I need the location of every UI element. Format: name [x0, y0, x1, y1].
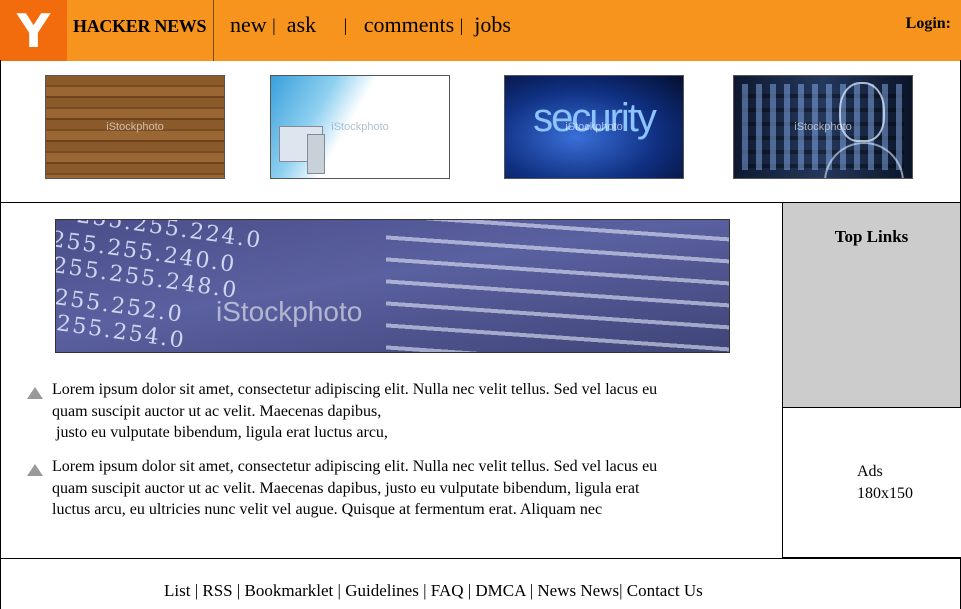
- footer-link-dmca[interactable]: DMCA: [475, 581, 525, 600]
- footer-separator: |: [194, 581, 199, 600]
- footer-separator: |: [467, 581, 472, 600]
- nav-comments[interactable]: comments: [364, 12, 454, 37]
- story-line: quam suscipit auctor ut ac velit. Maecen…: [52, 402, 382, 420]
- wireframe-head: [839, 82, 885, 142]
- story-item: Lorem ipsum dolor sit amet, consectetur …: [27, 456, 727, 521]
- nav-separator: |: [459, 15, 464, 35]
- footer-separator: |: [619, 581, 623, 600]
- footer-links: List | RSS | Bookmarklet | Guidelines | …: [164, 581, 703, 601]
- digital-human-image[interactable]: iStockphoto: [733, 75, 913, 179]
- ads-label: Ads 180x150: [857, 461, 913, 505]
- login-link[interactable]: Login:: [906, 15, 951, 33]
- watermark: iStockphoto: [106, 121, 164, 133]
- top-links-title: Top Links: [834, 227, 909, 246]
- nav-new[interactable]: new: [230, 12, 267, 37]
- story-line: Lorem ipsum dolor sit amet, consectetur …: [52, 458, 658, 475]
- watermark: iStockphoto: [216, 296, 363, 327]
- ads-line: Ads: [857, 463, 883, 480]
- footer-separator: |: [337, 581, 341, 600]
- logo-letter: Y: [16, 3, 51, 58]
- nav-separator: |: [343, 15, 348, 35]
- top-links-panel: Top Links: [783, 203, 961, 408]
- nav-divider: [213, 0, 214, 61]
- main-nav: new | ask | comments | jobs: [230, 12, 511, 38]
- tower-shape: [307, 134, 325, 174]
- ads-size: 180x150: [857, 485, 913, 502]
- computer-image[interactable]: iStockphoto: [270, 75, 450, 179]
- footer-separator: |: [236, 581, 241, 600]
- footer-link-guidelines[interactable]: Guidelines: [345, 581, 419, 600]
- footer-link-news-news[interactable]: News News: [537, 581, 619, 600]
- story-line: justo eu vulputate bibendum, ligula erat…: [52, 424, 388, 441]
- thumbnail-strip: iStockphoto iStockphoto security iStockp…: [0, 60, 961, 203]
- binary-pattern: [386, 220, 729, 352]
- banner-image[interactable]: 255.255.224.0 255.255.240.0 255.255.248.…: [55, 219, 730, 353]
- footer-link-rss[interactable]: RSS: [202, 581, 232, 600]
- story-line: luctus arcu, eu ultricies nunc velit vel…: [52, 501, 603, 518]
- footer-link-bookmarklet[interactable]: Bookmarklet: [245, 581, 334, 600]
- top-bar: Y HACKER NEWS new | ask | comments | job…: [0, 0, 961, 61]
- watermark: iStockphoto: [794, 121, 852, 133]
- main-content: 255.255.224.0 255.255.240.0 255.255.248.…: [0, 203, 783, 559]
- security-word: security: [533, 96, 657, 140]
- story-line: Lorem ipsum dolor sit amet, consectetur …: [52, 381, 658, 398]
- footer-link-faq[interactable]: FAQ: [431, 581, 464, 600]
- footer-separator: |: [529, 581, 534, 600]
- upvote-arrow-icon[interactable]: [27, 387, 43, 399]
- story-item: Lorem ipsum dolor sit amet, consectetur …: [27, 379, 727, 444]
- story-text[interactable]: Lorem ipsum dolor sit amet, consectetur …: [52, 379, 727, 444]
- wood-texture-image[interactable]: iStockphoto: [45, 75, 225, 179]
- upvote-arrow-icon[interactable]: [27, 464, 43, 476]
- security-image[interactable]: security iStockphoto: [504, 75, 684, 179]
- watermark: iStockphoto: [565, 121, 623, 133]
- footer-link-contact-us[interactable]: Contact Us: [627, 581, 703, 600]
- watermark: iStockphoto: [331, 121, 389, 133]
- footer-link-list[interactable]: List: [164, 581, 190, 600]
- logo[interactable]: Y: [0, 0, 67, 61]
- story-text[interactable]: Lorem ipsum dolor sit amet, consectetur …: [52, 456, 727, 521]
- nav-ask[interactable]: ask: [287, 12, 316, 37]
- story-line: quam suscipit auctor ut ac velit. Maecen…: [52, 479, 640, 497]
- nav-separator: |: [272, 15, 276, 35]
- nav-jobs[interactable]: jobs: [474, 12, 511, 37]
- ads-panel[interactable]: Ads 180x150: [783, 408, 961, 559]
- footer-separator: |: [423, 581, 427, 600]
- footer: List | RSS | Bookmarklet | Guidelines | …: [0, 559, 961, 609]
- site-title[interactable]: HACKER NEWS: [73, 16, 207, 37]
